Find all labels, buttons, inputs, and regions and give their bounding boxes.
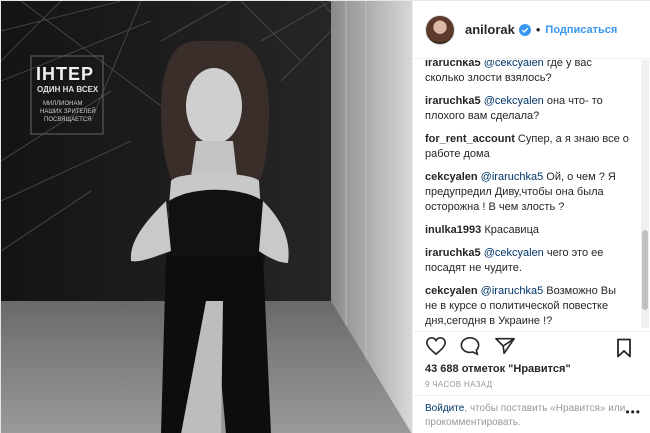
comment-mention[interactable]: @cekcyalen [484, 60, 544, 69]
follow-button[interactable]: Подписаться [545, 24, 617, 36]
post-header: anilorak • Подписаться [413, 1, 650, 59]
heart-icon[interactable] [425, 336, 447, 356]
bookmark-icon[interactable] [616, 338, 632, 358]
comment-username[interactable]: for_rent_account [425, 133, 515, 145]
comment-username[interactable]: cekcyalen [425, 171, 478, 183]
comment-item: iraruchka5 @cekcyalen чего это ее посадя… [425, 246, 631, 276]
comment-mention[interactable]: @iraruchka5 [481, 171, 544, 183]
backdrop-logo: ІНТЕР [36, 64, 95, 84]
login-link[interactable]: Войдите [425, 403, 464, 414]
comment-mention[interactable]: @iraruchka5 [481, 285, 544, 297]
comment-item: iraruchka5 @cekcyalen где у вас сколько … [425, 60, 631, 86]
comment-item: inulka1993 Красавица [425, 223, 631, 238]
comments-list[interactable]: iraruchka5 @cekcyalen где у вас сколько … [413, 60, 643, 328]
backdrop-sub2: НАШИХ ЗРИТЕЛЕЙ [40, 109, 96, 115]
action-bar [413, 331, 650, 361]
comments-scrollbar[interactable] [641, 60, 649, 328]
username[interactable]: anilorak [465, 22, 515, 37]
comment-mention[interactable]: @cekcyalen [484, 247, 544, 259]
comment-username[interactable]: iraruchka5 [425, 247, 481, 259]
comment-username[interactable]: iraruchka5 [425, 60, 481, 69]
backdrop-sub3: ПОСВЯЩАЕТСЯ [44, 117, 92, 123]
backdrop-tagline: ОДИН НА ВСЕХ [37, 85, 99, 94]
header-separator: • [535, 22, 541, 37]
login-prompt: Войдите, чтобы поставить «Нравится» или … [413, 395, 650, 433]
comment-item: iraruchka5 @cekcyalen она что- то плохог… [425, 94, 631, 124]
post-timestamp[interactable]: 9 ЧАСОВ НАЗАД [425, 380, 492, 389]
comment-item: for_rent_account Супер, а я знаю все о р… [425, 132, 631, 162]
instagram-post: ІНТЕР ОДИН НА ВСЕХ МИЛЛИОНАМ НАШИХ ЗРИТЕ… [0, 0, 650, 433]
comment-username[interactable]: cekcyalen [425, 285, 478, 297]
comment-item: cekcyalen @iraruchka5 Возможно Вы не в к… [425, 284, 631, 328]
avatar[interactable] [425, 14, 455, 45]
comment-mention[interactable]: @cekcyalen [484, 95, 544, 107]
likes-count[interactable]: 43 688 отметок "Нравится" [425, 363, 571, 375]
scrollbar-thumb[interactable] [642, 230, 648, 310]
comment-icon[interactable] [459, 336, 481, 356]
comment-item: cekcyalen @iraruchka5 Ой, о чем ? Я пред… [425, 170, 631, 215]
verified-badge-icon [518, 23, 531, 36]
more-options-button[interactable]: ••• [625, 405, 641, 419]
post-side-panel: anilorak • Подписаться iraruchka5 @cekcy… [412, 1, 650, 433]
backdrop-sub1: МИЛЛИОНАМ [43, 101, 83, 107]
comment-username[interactable]: inulka1993 [425, 224, 481, 236]
comment-username[interactable]: iraruchka5 [425, 95, 481, 107]
comment-text: Красавица [484, 224, 539, 236]
share-icon[interactable] [494, 336, 516, 356]
post-photo[interactable]: ІНТЕР ОДИН НА ВСЕХ МИЛЛИОНАМ НАШИХ ЗРИТЕ… [1, 1, 412, 433]
